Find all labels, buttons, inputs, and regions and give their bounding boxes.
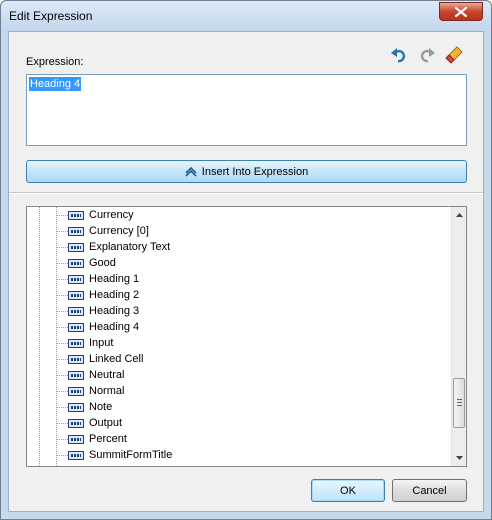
style-icon [68, 370, 84, 380]
tree-item[interactable]: Output [56, 415, 122, 431]
tree-item[interactable]: Explanatory Text [56, 239, 170, 255]
window-title: Edit Expression [9, 9, 93, 23]
tree-item[interactable]: Currency [0] [56, 223, 149, 239]
tree-item[interactable]: SummitFormTitle [56, 447, 172, 463]
style-icon [68, 274, 84, 284]
dialog-body: Expression: Heading 4 Insert Into Expres… [8, 31, 484, 512]
style-icon [68, 386, 84, 396]
expression-input[interactable]: Heading 4 [26, 74, 467, 146]
section-divider [9, 192, 483, 194]
style-icon [68, 450, 84, 460]
close-button[interactable] [439, 2, 483, 21]
tree-item[interactable]: Normal [56, 383, 124, 399]
cancel-button[interactable]: Cancel [392, 479, 467, 502]
redo-button[interactable] [417, 45, 437, 65]
undo-button[interactable] [389, 45, 409, 65]
chevron-up-icon [185, 166, 197, 177]
close-icon [455, 6, 467, 17]
insert-button-label: Insert Into Expression [201, 165, 309, 178]
style-icon [68, 402, 84, 412]
style-icon [68, 322, 84, 332]
style-icon [68, 354, 84, 364]
style-icon [68, 258, 84, 268]
style-tree[interactable]: Currency Currency [0] Explanatory Text G… [26, 206, 467, 467]
insert-into-expression-button[interactable]: Insert Into Expression [26, 160, 467, 183]
style-icon [68, 242, 84, 252]
redo-icon [420, 48, 435, 63]
style-icon [68, 338, 84, 348]
style-icon [68, 226, 84, 236]
expression-value[interactable]: Heading 4 [29, 77, 82, 91]
tree-item[interactable]: Currency [56, 207, 134, 223]
edit-expression-dialog: Edit Expression Expression: Heading 4 In… [0, 0, 492, 520]
tree-item[interactable]: Percent [56, 431, 127, 447]
style-icon [68, 210, 84, 220]
scroll-thumb[interactable] [453, 378, 465, 428]
tree-guide-line [39, 207, 40, 466]
expression-label: Expression: [26, 56, 84, 68]
tree-item[interactable]: Note [56, 399, 112, 415]
tree-scrollbar[interactable] [451, 207, 466, 466]
tree-item[interactable]: Linked Cell [56, 351, 143, 367]
tree-item[interactable]: Input [56, 335, 113, 351]
style-icon [68, 418, 84, 428]
cancel-button-label: Cancel [412, 484, 447, 497]
arrow-down-icon [456, 456, 463, 460]
style-icon [68, 306, 84, 316]
ok-button-label: OK [340, 484, 356, 497]
tree-item[interactable]: Heading 4 [56, 319, 139, 335]
arrow-up-icon [456, 213, 463, 217]
tree-item[interactable]: Neutral [56, 367, 124, 383]
title-bar[interactable]: Edit Expression [1, 1, 491, 31]
tree-item[interactable]: Heading 1 [56, 271, 139, 287]
style-icon [68, 290, 84, 300]
scroll-down-button[interactable] [452, 450, 466, 466]
undo-icon [391, 48, 406, 63]
eraser-icon [445, 46, 463, 64]
tree-item[interactable]: Heading 2 [56, 287, 139, 303]
tree-item[interactable]: Heading 3 [56, 303, 139, 319]
ok-button[interactable]: OK [311, 479, 385, 502]
clear-button[interactable] [444, 45, 464, 65]
scroll-up-button[interactable] [452, 207, 466, 223]
style-icon [68, 434, 84, 444]
tree-item[interactable]: Good [56, 255, 116, 271]
